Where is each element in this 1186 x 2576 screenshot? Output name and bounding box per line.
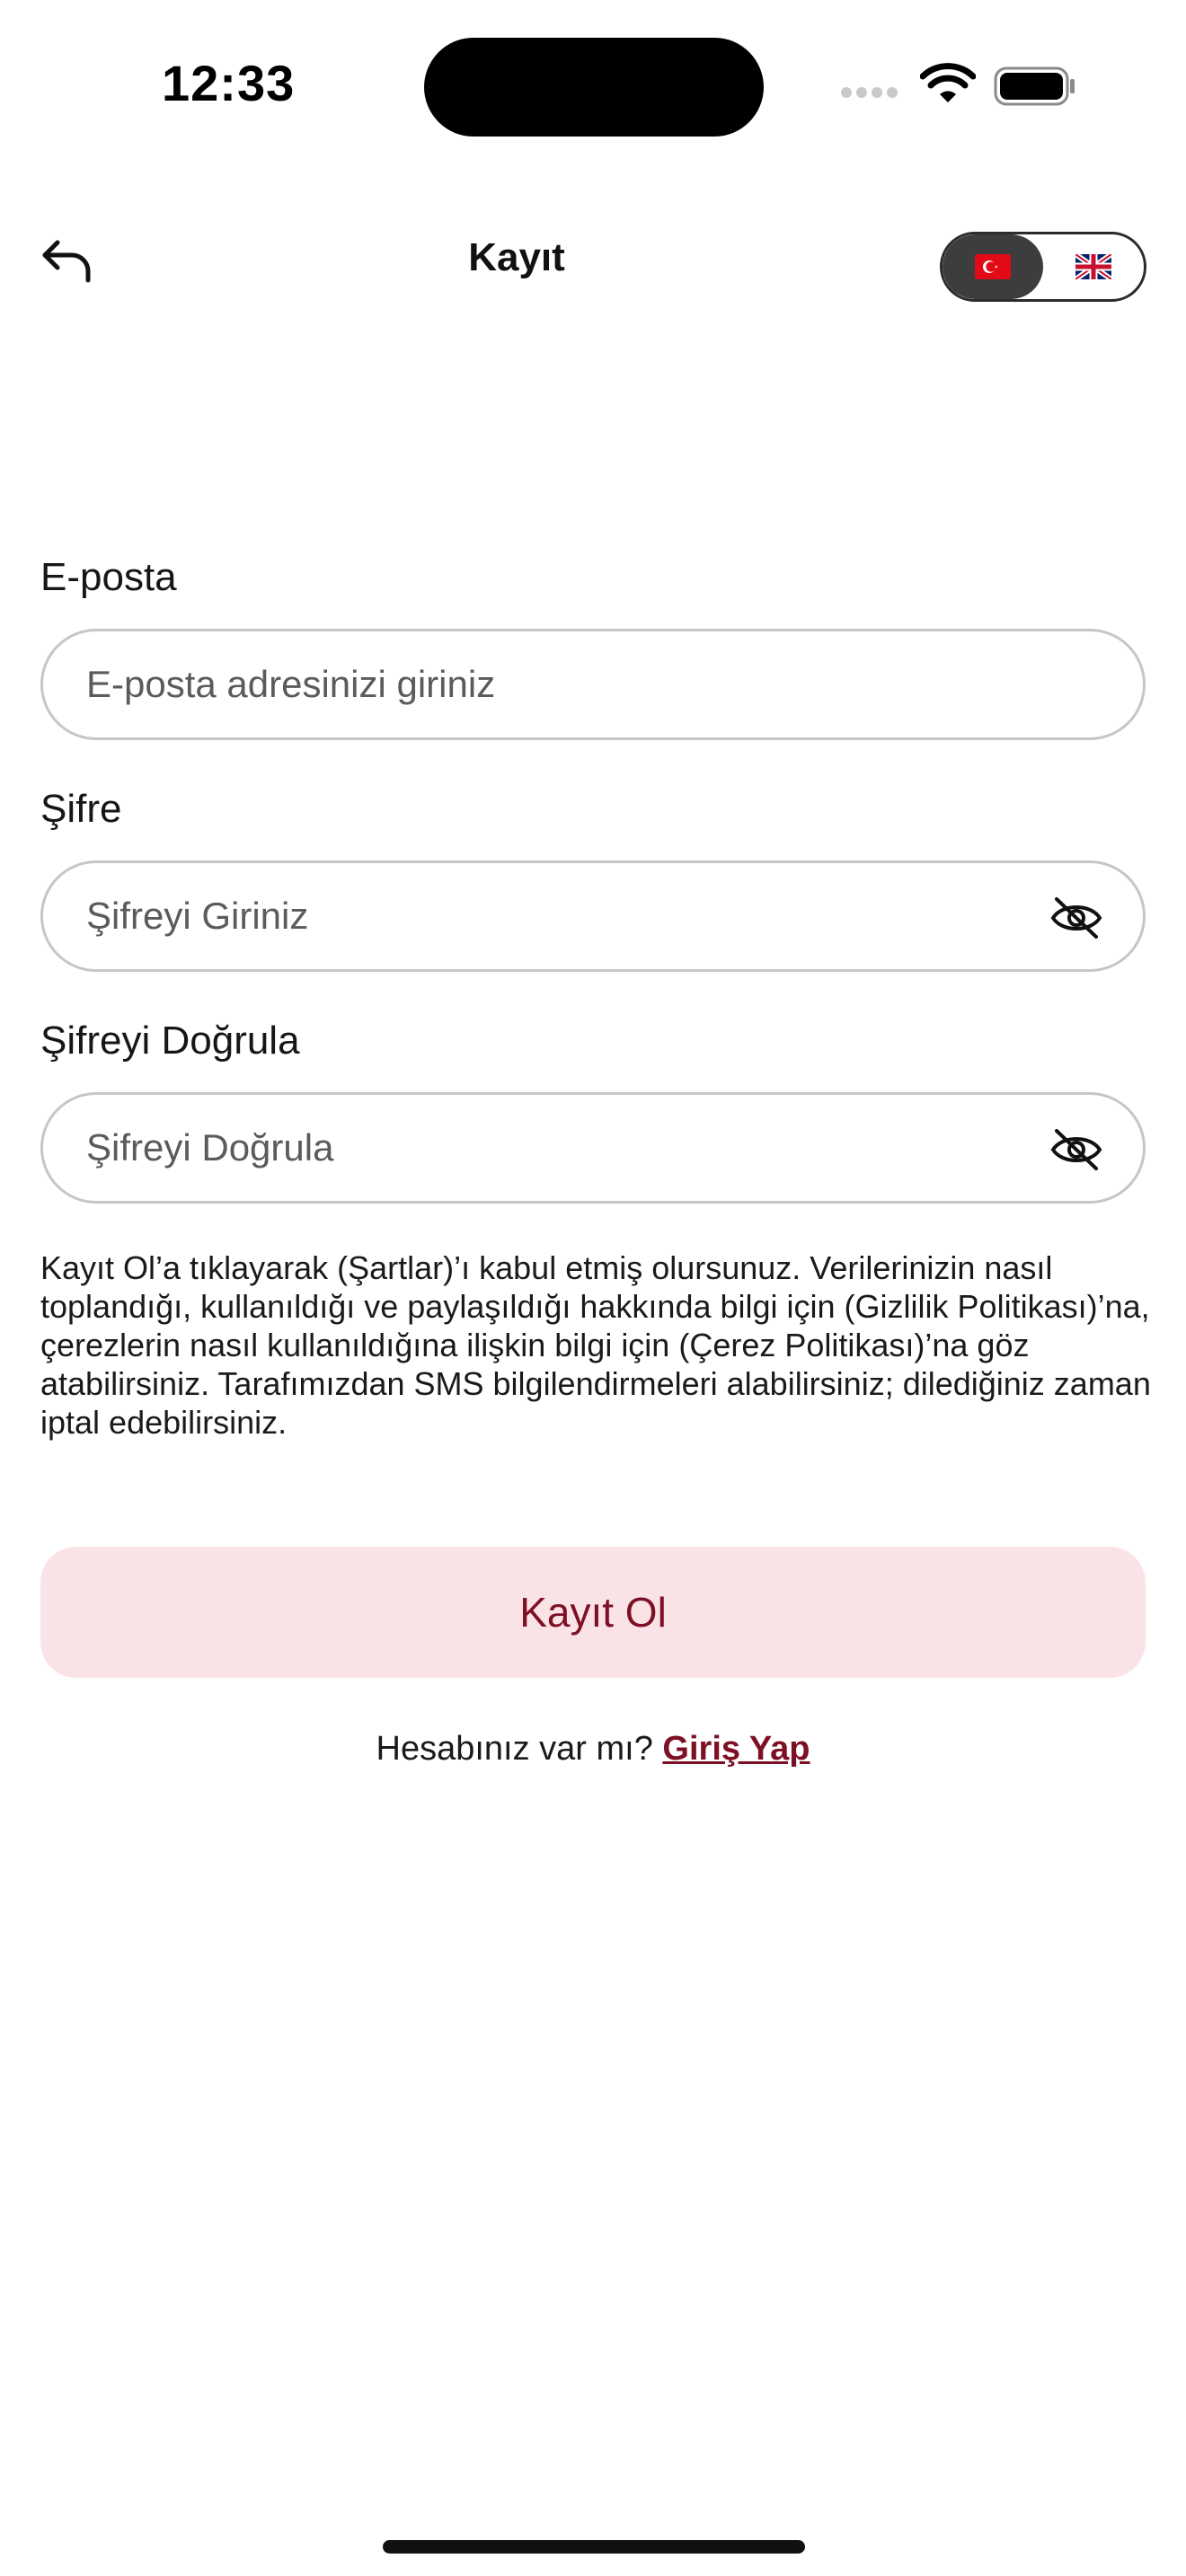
page-title: Kayıt: [468, 235, 565, 279]
eye-off-icon[interactable]: [1049, 1127, 1103, 1172]
language-toggle[interactable]: [940, 232, 1146, 302]
language-option-tr[interactable]: [943, 234, 1043, 299]
login-link[interactable]: Giriş Yap: [662, 1730, 810, 1768]
uk-flag-icon: [1075, 254, 1111, 279]
password-field[interactable]: [40, 860, 1146, 972]
status-time: 12:33: [162, 55, 296, 111]
language-option-en[interactable]: [1043, 234, 1144, 299]
email-field[interactable]: [40, 629, 1146, 740]
password-label: Şifre: [40, 787, 122, 831]
battery-icon: [994, 66, 1075, 106]
login-prompt: Hesabınız var mı? Giriş Yap: [0, 1730, 1186, 1769]
confirm-password-field[interactable]: [40, 1092, 1146, 1204]
home-indicator[interactable]: [383, 2540, 805, 2554]
cellular-signal-icon: [841, 86, 902, 102]
email-input[interactable]: [84, 662, 987, 707]
email-label: E-posta: [40, 555, 177, 599]
wifi-icon: [920, 63, 976, 102]
turkey-flag-icon: [975, 254, 1011, 279]
dynamic-island: [424, 38, 764, 137]
register-button[interactable]: Kayıt Ol: [40, 1547, 1146, 1678]
confirm-password-label: Şifreyi Doğrula: [40, 1019, 300, 1063]
eye-off-icon[interactable]: [1049, 895, 1103, 940]
confirm-password-input[interactable]: [84, 1125, 987, 1170]
login-prompt-text: Hesabınız var mı?: [376, 1730, 653, 1768]
password-input[interactable]: [84, 894, 987, 939]
terms-text: Kayıt Ol’a tıklayarak (Şartlar)’ı kabul …: [40, 1249, 1151, 1441]
